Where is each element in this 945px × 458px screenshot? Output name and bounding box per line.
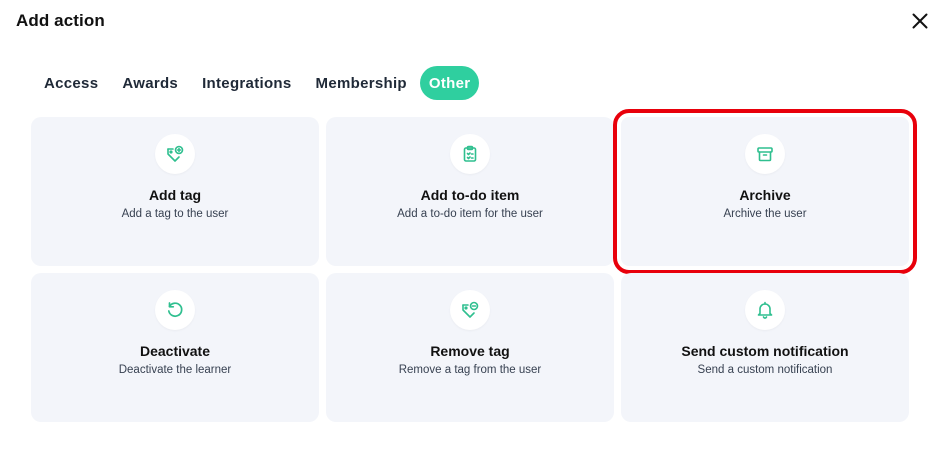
dialog-title: Add action [16, 11, 105, 30]
card-description: Deactivate the learner [118, 364, 232, 376]
tab-bar: Access Awards Integrations Membership Ot… [33, 66, 481, 100]
card-description: Add a to-do item for the user [397, 208, 543, 220]
dialog-header: Add action [16, 10, 931, 34]
rotate-ccw-icon [167, 302, 183, 317]
action-card-send-notification[interactable]: Send custom notification Send a custom n… [621, 273, 909, 422]
action-card-add-tag[interactable]: Add tag Add a tag to the user [31, 117, 319, 266]
tab-integrations[interactable]: Integrations [191, 66, 302, 100]
icon-container [155, 134, 195, 174]
tab-access[interactable]: Access [33, 66, 109, 100]
tag-minus-icon [462, 301, 479, 318]
card-title: Remove tag [430, 343, 510, 359]
tab-membership[interactable]: Membership [305, 66, 418, 100]
action-card-deactivate[interactable]: Deactivate Deactivate the learner [31, 273, 319, 422]
close-icon [912, 13, 928, 29]
card-title: Deactivate [139, 343, 211, 359]
bell-icon [757, 301, 773, 319]
action-card-remove-tag[interactable]: Remove tag Remove a tag from the user [326, 273, 614, 422]
icon-container [155, 290, 195, 330]
card-title: Add tag [148, 187, 202, 203]
card-title: Archive [739, 187, 791, 203]
action-grid: Add tag Add a tag to the user Add to-do … [31, 109, 917, 422]
archive-box-icon [757, 147, 773, 162]
icon-container [745, 134, 785, 174]
tag-plus-icon [167, 145, 184, 162]
action-card-archive[interactable]: Archive Archive the user [613, 109, 917, 274]
icon-container [450, 290, 490, 330]
action-card-add-todo[interactable]: Add to-do item Add a to-do item for the … [326, 117, 614, 266]
tab-awards[interactable]: Awards [111, 66, 189, 100]
close-button[interactable] [909, 10, 931, 32]
clipboard-list-icon [463, 145, 477, 162]
icon-container [745, 290, 785, 330]
card-title: Add to-do item [420, 187, 520, 203]
card-description: Send a custom notification [697, 364, 833, 376]
icon-container [450, 134, 490, 174]
card-description: Archive the user [723, 208, 807, 220]
card-description: Add a tag to the user [121, 208, 229, 220]
card-description: Remove a tag from the user [398, 364, 542, 376]
tab-other[interactable]: Other [419, 66, 480, 100]
card-title: Send custom notification [681, 343, 849, 359]
